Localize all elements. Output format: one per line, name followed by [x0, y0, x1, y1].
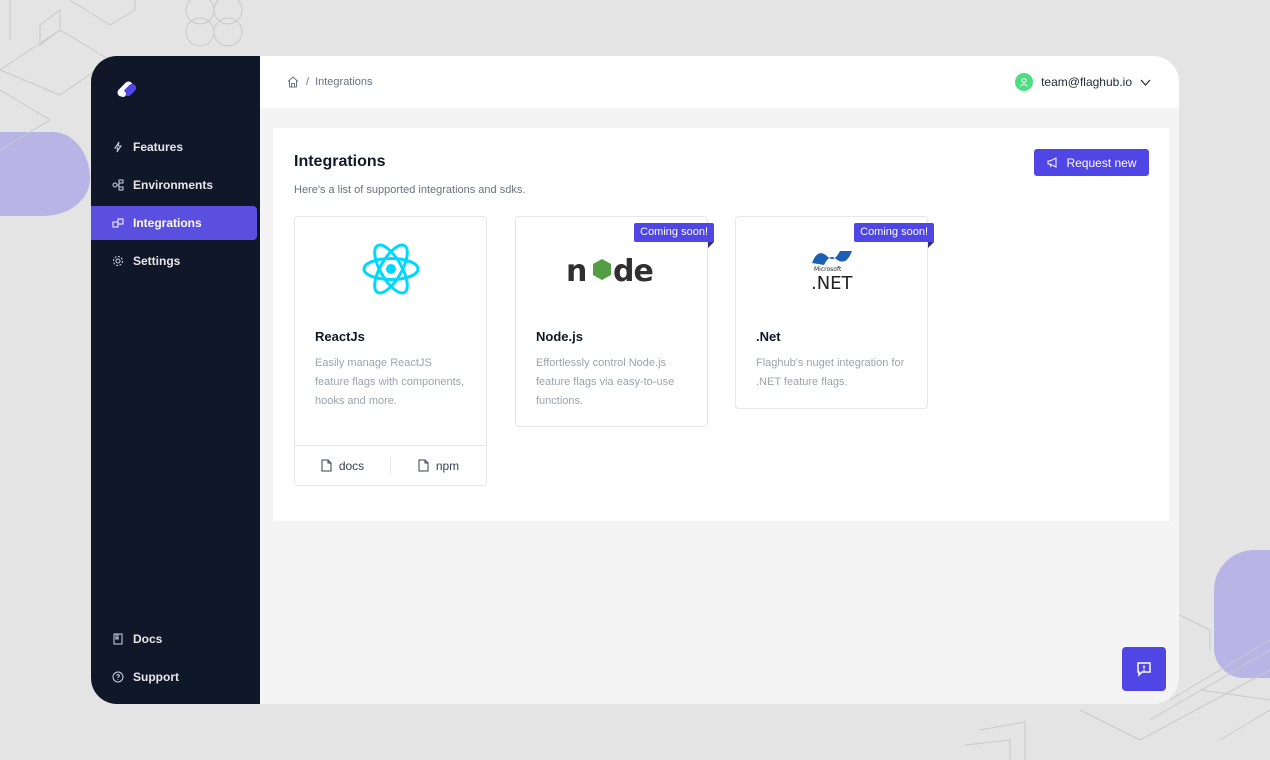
card-logo-area: n de: [516, 217, 707, 321]
sidebar-nav: Features Environments Integrations Setti…: [91, 130, 257, 282]
sidebar-item-features[interactable]: Features: [91, 130, 257, 164]
sidebar-item-label: Support: [133, 670, 179, 684]
card-footer: docs npm: [295, 445, 486, 485]
dotnet-logo-sub: Microsoft: [814, 266, 842, 273]
home-icon[interactable]: [286, 75, 300, 89]
background-blob-right: [1214, 550, 1270, 678]
sidebar-item-integrations[interactable]: Integrations: [91, 206, 257, 240]
card-logo-area: Microsoft .NET: [736, 217, 927, 321]
sidebar: Features Environments Integrations Setti…: [91, 56, 260, 704]
react-logo: [362, 243, 419, 295]
breadcrumb-current[interactable]: Integrations: [315, 76, 372, 88]
user-email: team@flaghub.io: [1041, 75, 1132, 89]
sidebar-item-label: Docs: [133, 632, 163, 646]
card-title: Node.js: [536, 329, 583, 344]
book-icon: [111, 632, 125, 646]
feedback-icon: [1137, 662, 1151, 677]
user-menu[interactable]: team@flaghub.io: [1015, 73, 1151, 91]
docs-link-label: docs: [338, 458, 365, 473]
integration-card-nodejs[interactable]: Coming soon! n de Node.js Effortlessly c…: [515, 216, 714, 427]
card-logo-area: [295, 217, 486, 321]
dotnet-logo-text: .NET: [811, 273, 854, 294]
breadcrumb: / Integrations: [286, 75, 373, 89]
feedback-button[interactable]: [1122, 647, 1166, 691]
sidebar-item-docs[interactable]: Docs: [91, 622, 257, 656]
top-bar: / Integrations team@flaghub.io: [260, 56, 1179, 108]
flaghub-logo[interactable]: [111, 72, 143, 104]
integrations-panel: Integrations Here's a list of supported …: [273, 128, 1169, 521]
environments-icon: [111, 178, 125, 192]
integration-card-dotnet[interactable]: Coming soon! Microsoft .NET .Net Flaghub…: [735, 216, 934, 409]
avatar: [1015, 73, 1034, 91]
help-circle-icon: [111, 670, 125, 684]
request-new-button[interactable]: Request new: [1034, 149, 1149, 176]
file-icon: [321, 459, 332, 472]
card-description: Effortlessly control Node.js feature fla…: [536, 357, 675, 407]
app-window: Features Environments Integrations Setti…: [91, 56, 1179, 704]
chevron-down-icon: [1140, 79, 1151, 86]
svg-text:n: n: [566, 254, 586, 287]
sidebar-item-settings[interactable]: Settings: [91, 244, 257, 278]
main-content: / Integrations team@flaghub.io Integrati…: [260, 56, 1179, 704]
gear-icon: [111, 254, 125, 268]
sidebar-item-label: Environments: [133, 178, 214, 192]
sidebar-item-label: Settings: [133, 254, 181, 268]
request-new-label: Request new: [1066, 155, 1137, 170]
npm-link[interactable]: npm: [391, 459, 486, 473]
breadcrumb-separator: /: [306, 76, 310, 88]
card-description: Flaghub's nuget integration for .NET fea…: [756, 357, 905, 388]
sidebar-item-label: Features: [133, 140, 184, 154]
page-title: Integrations: [294, 153, 386, 170]
sidebar-item-environments[interactable]: Environments: [91, 168, 257, 202]
npm-link-label: npm: [435, 458, 460, 473]
lightning-icon: [111, 140, 125, 154]
sidebar-bottom-nav: Docs Support: [91, 622, 257, 698]
card-description: Easily manage ReactJS feature flags with…: [315, 357, 465, 407]
dotnet-logo: Microsoft .NET: [811, 251, 854, 294]
nodejs-logo: n de: [566, 254, 654, 287]
sidebar-item-label: Integrations: [133, 216, 202, 230]
megaphone-icon: [1047, 157, 1057, 168]
svg-text:de: de: [613, 254, 653, 287]
card-title: .Net: [756, 329, 781, 344]
page-subtitle: Here's a list of supported integrations …: [294, 184, 526, 196]
sidebar-item-support[interactable]: Support: [91, 660, 257, 694]
file-icon: [418, 459, 429, 472]
card-title: ReactJs: [315, 329, 365, 344]
integration-card-reactjs[interactable]: ReactJs Easily manage ReactJS feature fl…: [294, 216, 487, 486]
docs-link[interactable]: docs: [295, 459, 390, 473]
background-blob-left: [0, 132, 90, 216]
integrations-icon: [111, 216, 125, 230]
